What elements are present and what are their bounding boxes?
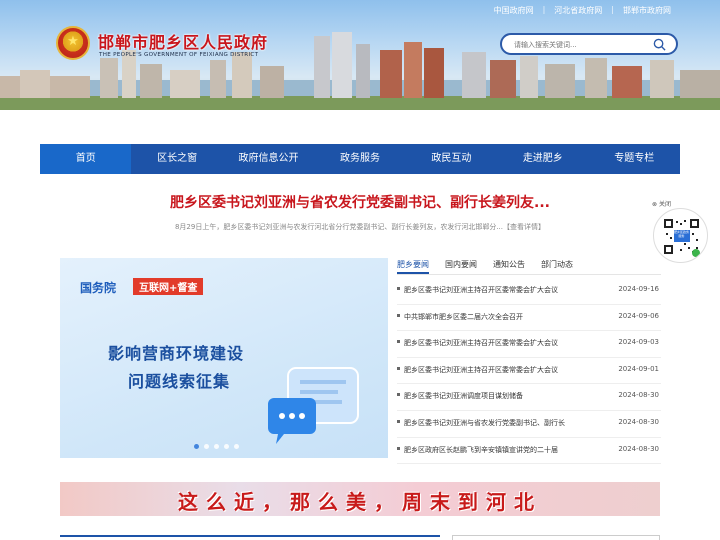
bullet-icon	[397, 419, 400, 423]
tourism-banner[interactable]: 这么近，那么美，周末到河北	[60, 482, 660, 516]
news-date: 2024-08-30	[618, 417, 659, 426]
national-emblem-icon	[56, 26, 90, 60]
promo-slider[interactable]: 国务院 互联网+督查 影响营商环境建设 问题线索征集	[60, 258, 388, 458]
bottom-section-left	[60, 535, 440, 540]
separator: |	[611, 5, 614, 14]
qr-badge: 肥乡区政务服务	[673, 230, 689, 238]
list-item[interactable]: 肥乡区委书记刘亚洲主持召开区委常委会扩大会议 2024-09-01	[397, 358, 661, 385]
news-list: 肥乡区委书记刘亚洲主持召开区委常委会扩大会议 2024-09-16 中共邯郸市肥乡…	[397, 278, 661, 465]
slider-dots	[194, 444, 239, 449]
main-nav: 首页 区长之窗 政府信息公开 政务服务 政民互动 走进肥乡 专题专栏	[40, 144, 680, 174]
news-date: 2024-08-30	[618, 391, 659, 400]
bullet-icon	[397, 340, 400, 344]
list-item[interactable]: 肥乡区政府区长赵鹏飞到辛安镇镇宣讲党的二十届 2024-08-30	[397, 438, 661, 465]
bullet-icon	[397, 287, 400, 290]
bullet-icon	[397, 393, 400, 397]
nav-gov-info[interactable]: 政府信息公开	[223, 144, 314, 174]
slider-headline-2: 问题线索征集	[128, 372, 231, 391]
nav-gov-services[interactable]: 政务服务	[314, 144, 405, 174]
slider-dot[interactable]	[234, 444, 239, 449]
slider-headline-1: 影响营商环境建设	[108, 344, 245, 363]
news-title[interactable]: 肥乡区委书记刘亚洲调度项目谋划储备	[404, 391, 584, 401]
news-title[interactable]: 肥乡区委书记刘亚洲主持召开区委常委会扩大会议	[404, 285, 584, 295]
news-date: 2024-09-03	[618, 338, 659, 347]
news-tabs: 肥乡要闻 国内要闻 通知公告 部门动态	[397, 259, 661, 275]
slider-tag: 互联网+督查	[133, 278, 204, 295]
site-header: 中国政府网 | 河北省政府网 | 邯郸市政府网 邯郸市肥乡区人民政府 THE P…	[0, 0, 720, 110]
separator: |	[542, 5, 546, 14]
list-item[interactable]: 肥乡区委书记刘亚洲调度项目谋划储备 2024-08-30	[397, 384, 661, 411]
news-date: 2024-09-06	[618, 311, 659, 320]
tab-domestic-news[interactable]: 国内要闻	[445, 259, 477, 274]
news-date: 2024-08-30	[618, 444, 659, 453]
news-title[interactable]: 肥乡区委书记刘亚洲主持召开区委常委会扩大会议	[404, 365, 584, 375]
nav-interaction[interactable]: 政民互动	[406, 144, 497, 174]
nav-home[interactable]: 首页	[40, 144, 132, 174]
headline-title[interactable]: 肥乡区委书记刘亚洲与省农发行党委副书记、副行长姜列友...	[40, 192, 680, 212]
slider-dot[interactable]	[224, 444, 229, 449]
list-item[interactable]: 肥乡区委书记刘亚洲主持召开区委常委会扩大会议 2024-09-16	[397, 278, 661, 305]
qr-code-float[interactable]: 肥乡区政务服务	[653, 208, 708, 263]
top-links: 中国政府网 | 河北省政府网 | 邯郸市政府网	[485, 5, 680, 16]
tab-feixiang-news[interactable]: 肥乡要闻	[397, 259, 429, 274]
tab-notices[interactable]: 通知公告	[493, 259, 525, 274]
bullet-icon	[397, 313, 400, 317]
tab-department-news[interactable]: 部门动态	[541, 259, 573, 274]
qr-close-label: 关闭	[658, 201, 671, 208]
site-subtitle: THE PEOPLE'S GOVERNMENT OF FEIXIANG DIST…	[99, 52, 259, 58]
headline-summary[interactable]: 8月29日上午，肥乡区委书记刘亚洲与农发行河北省分行党委副书记、副行长姜列友，农…	[40, 222, 680, 232]
link-gov-cn[interactable]: 中国政府网	[485, 5, 543, 16]
bullet-icon	[397, 446, 400, 450]
news-date: 2024-09-16	[618, 285, 659, 293]
list-item[interactable]: 肥乡区委书记刘亚洲主持召开区委常委会扩大会议 2024-09-03	[397, 331, 661, 358]
bottom-section-right	[452, 535, 660, 540]
search-input[interactable]	[514, 38, 644, 51]
slider-dot[interactable]	[214, 444, 219, 449]
news-title[interactable]: 肥乡区委书记刘亚洲主持召开区委常委会扩大会议	[404, 338, 584, 348]
chat-bubble-icon	[268, 367, 359, 444]
nav-special-topics[interactable]: 专题专栏	[589, 144, 680, 174]
slider-dot[interactable]	[194, 444, 199, 449]
nav-about-feixiang[interactable]: 走进肥乡	[497, 144, 588, 174]
news-date: 2024-09-01	[618, 364, 659, 373]
list-item[interactable]: 肥乡区委书记刘亚洲与省农发行党委副书记、副行长 2024-08-30	[397, 411, 661, 438]
news-title[interactable]: 肥乡区政府区长赵鹏飞到辛安镇镇宣讲党的二十届	[404, 445, 584, 455]
bullet-icon	[397, 366, 400, 370]
search-icon[interactable]	[653, 38, 666, 51]
site-title[interactable]: 邯郸市肥乡区人民政府	[98, 29, 268, 53]
banner-text: 这么近，那么美，周末到河北	[178, 490, 542, 514]
news-title[interactable]: 肥乡区委书记刘亚洲与省农发行党委副书记、副行长	[404, 418, 584, 428]
list-item[interactable]: 中共邯郸市肥乡区委二届六次全会召开 2024-09-06	[397, 305, 661, 332]
nav-mayor-window[interactable]: 区长之窗	[131, 144, 222, 174]
link-hebei-gov[interactable]: 河北省政府网	[545, 5, 611, 16]
news-title[interactable]: 中共邯郸市肥乡区委二届六次全会召开	[404, 312, 584, 322]
slider-dot[interactable]	[204, 444, 209, 449]
qr-close-button[interactable]: ⊗ 关闭	[652, 199, 671, 208]
link-handan-gov[interactable]: 邯郸市政府网	[614, 5, 680, 16]
slider-brand: 国务院	[80, 281, 117, 295]
search-box	[500, 33, 678, 55]
